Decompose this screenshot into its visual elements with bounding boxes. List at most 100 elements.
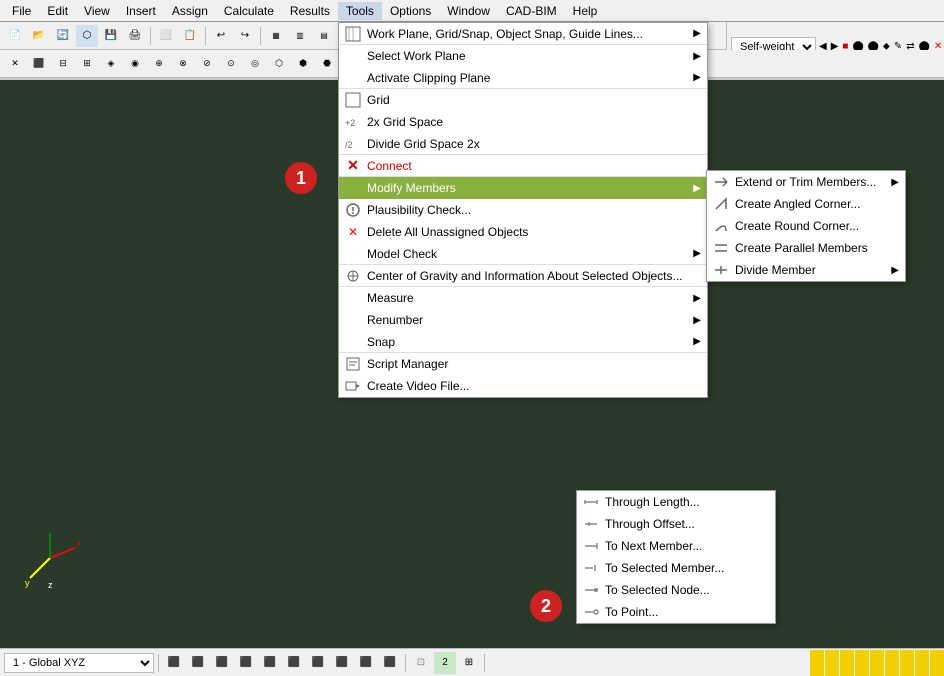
menu-item-measure[interactable]: Measure ▶ xyxy=(339,287,707,309)
status-btn8[interactable]: ⬛ xyxy=(331,652,353,674)
status-btn4[interactable]: ⬛ xyxy=(235,652,257,674)
status-btn9[interactable]: ⬛ xyxy=(355,652,377,674)
t2-btn2[interactable]: ⬛ xyxy=(28,53,50,75)
menu-item-video[interactable]: Create Video File... xyxy=(339,375,707,397)
menu-results[interactable]: Results xyxy=(282,2,338,20)
toolbar-paste[interactable]: 📋 xyxy=(179,25,201,47)
menu-item-snap[interactable]: Snap ▶ xyxy=(339,331,707,353)
menu-cad-bim[interactable]: CAD-BIM xyxy=(498,2,565,20)
menu-item-model-check[interactable]: Model Check ▶ xyxy=(339,243,707,265)
round-corner-icon xyxy=(713,218,729,234)
ind9 xyxy=(930,650,944,676)
divide-member-arrow: ▶ xyxy=(891,265,899,276)
menu-item-divide-member[interactable]: Divide Member ▶ xyxy=(707,259,905,281)
t2-btn10[interactable]: ⊙ xyxy=(220,53,242,75)
grid-icon xyxy=(345,92,361,108)
menu-item-select-workplane[interactable]: Select Work Plane ▶ xyxy=(339,45,707,67)
menu-calculate[interactable]: Calculate xyxy=(216,2,282,20)
menu-file[interactable]: File xyxy=(4,2,39,20)
sep3 xyxy=(260,27,261,45)
menu-view[interactable]: View xyxy=(76,2,118,20)
menu-item-through-offset[interactable]: Through Offset... xyxy=(577,513,775,535)
svg-text:x: x xyxy=(77,538,80,548)
svg-text:/2: /2 xyxy=(345,140,353,150)
status-btn5[interactable]: ⬛ xyxy=(259,652,281,674)
script-icon xyxy=(345,356,361,372)
toolbar-save[interactable]: 💾 xyxy=(100,25,122,47)
status-btn6[interactable]: ⬛ xyxy=(283,652,305,674)
menu-item-to-selected-member[interactable]: To Selected Member... xyxy=(577,557,775,579)
status-snap3[interactable]: ⊞ xyxy=(458,652,480,674)
t2-btn5[interactable]: ◈ xyxy=(100,53,122,75)
to-point-icon xyxy=(583,604,599,620)
menu-bar: File Edit View Insert Assign Calculate R… xyxy=(0,0,944,22)
menu-item-connect[interactable]: ✕ Connect xyxy=(339,155,707,177)
menu-item-2x-grid[interactable]: +2 2x Grid Space xyxy=(339,111,707,133)
t2-btn11[interactable]: ◎ xyxy=(244,53,266,75)
status-bar: 1 - Global XYZ ⬛ ⬛ ⬛ ⬛ ⬛ ⬛ ⬛ ⬛ ⬛ ⬛ ⊡ 2 ⊞ xyxy=(0,648,944,676)
toolbar-copy[interactable]: ⬜ xyxy=(155,25,177,47)
menu-help[interactable]: Help xyxy=(565,2,606,20)
toolbar-b3[interactable]: ▤ xyxy=(313,25,335,47)
menu-item-modify-members[interactable]: Modify Members ▶ xyxy=(339,177,707,199)
status-btn1[interactable]: ⬛ xyxy=(163,652,185,674)
clipping-arrow: ▶ xyxy=(693,72,701,83)
menu-item-extend-trim[interactable]: Extend or Trim Members... ▶ xyxy=(707,171,905,193)
toolbar-b1[interactable]: ▦ xyxy=(265,25,287,47)
menu-edit[interactable]: Edit xyxy=(39,2,76,20)
status-btn10[interactable]: ⬛ xyxy=(379,652,401,674)
t2-btn13[interactable]: ⬢ xyxy=(292,53,314,75)
menu-item-parallel-members[interactable]: Create Parallel Members xyxy=(707,237,905,259)
coordinate-system-combo[interactable]: 1 - Global XYZ xyxy=(4,653,154,673)
status-sep3 xyxy=(484,654,485,672)
to-selected-member-icon xyxy=(583,560,599,576)
toolbar-model[interactable]: ⬡ xyxy=(76,25,98,47)
menu-item-divide-grid[interactable]: /2 Divide Grid Space 2x xyxy=(339,133,707,155)
menu-item-workplane[interactable]: Work Plane, Grid/Snap, Object Snap, Guid… xyxy=(339,23,707,45)
status-btn7[interactable]: ⬛ xyxy=(307,652,329,674)
t2-btn3[interactable]: ⊟ xyxy=(52,53,74,75)
menu-item-clipping[interactable]: Activate Clipping Plane ▶ xyxy=(339,67,707,89)
status-btn2[interactable]: ⬛ xyxy=(187,652,209,674)
ind6 xyxy=(885,650,899,676)
workplane-arrow: ▶ xyxy=(693,28,701,39)
t2-btn7[interactable]: ⊕ xyxy=(148,53,170,75)
menu-assign[interactable]: Assign xyxy=(164,2,216,20)
menu-tools[interactable]: Tools xyxy=(338,2,382,20)
toolbar-open[interactable]: 📂 xyxy=(28,25,50,47)
menu-item-to-point[interactable]: To Point... xyxy=(577,601,775,623)
menu-options[interactable]: Options xyxy=(382,2,439,20)
status-snap1[interactable]: ⊡ xyxy=(410,652,432,674)
toolbar-redo[interactable]: ↪ xyxy=(234,25,256,47)
through-length-icon xyxy=(583,494,599,510)
menu-item-delete-unassigned[interactable]: ✕ Delete All Unassigned Objects xyxy=(339,221,707,243)
t2-btn1[interactable]: ✕ xyxy=(4,53,26,75)
status-snap2[interactable]: 2 xyxy=(434,652,456,674)
t2-btn6[interactable]: ◉ xyxy=(124,53,146,75)
menu-item-angled-corner[interactable]: Create Angled Corner... xyxy=(707,193,905,215)
snap-arrow: ▶ xyxy=(693,336,701,347)
t2-btn8[interactable]: ⊗ xyxy=(172,53,194,75)
t2-btn4[interactable]: ⊞ xyxy=(76,53,98,75)
t2-btn14[interactable]: ⬣ xyxy=(316,53,338,75)
ind2 xyxy=(825,650,839,676)
toolbar-b2[interactable]: ▥ xyxy=(289,25,311,47)
toolbar-print[interactable]: 🖨 xyxy=(124,25,146,47)
menu-item-renumber[interactable]: Renumber ▶ xyxy=(339,309,707,331)
toolbar-refresh[interactable]: 🔄 xyxy=(52,25,74,47)
menu-insert[interactable]: Insert xyxy=(118,2,164,20)
menu-item-grid[interactable]: Grid xyxy=(339,89,707,111)
t2-btn9[interactable]: ⊘ xyxy=(196,53,218,75)
menu-item-to-selected-node[interactable]: To Selected Node... xyxy=(577,579,775,601)
menu-item-through-length[interactable]: Through Length... xyxy=(577,491,775,513)
menu-item-round-corner[interactable]: Create Round Corner... xyxy=(707,215,905,237)
menu-item-plausibility[interactable]: Plausibility Check... xyxy=(339,199,707,221)
toolbar-undo[interactable]: ↩ xyxy=(210,25,232,47)
t2-btn12[interactable]: ⬡ xyxy=(268,53,290,75)
status-btn3[interactable]: ⬛ xyxy=(211,652,233,674)
toolbar-new[interactable]: 📄 xyxy=(4,25,26,47)
menu-item-script[interactable]: Script Manager xyxy=(339,353,707,375)
menu-window[interactable]: Window xyxy=(439,2,498,20)
menu-item-gravity[interactable]: Center of Gravity and Information About … xyxy=(339,265,707,287)
menu-item-to-next-member[interactable]: To Next Member... xyxy=(577,535,775,557)
